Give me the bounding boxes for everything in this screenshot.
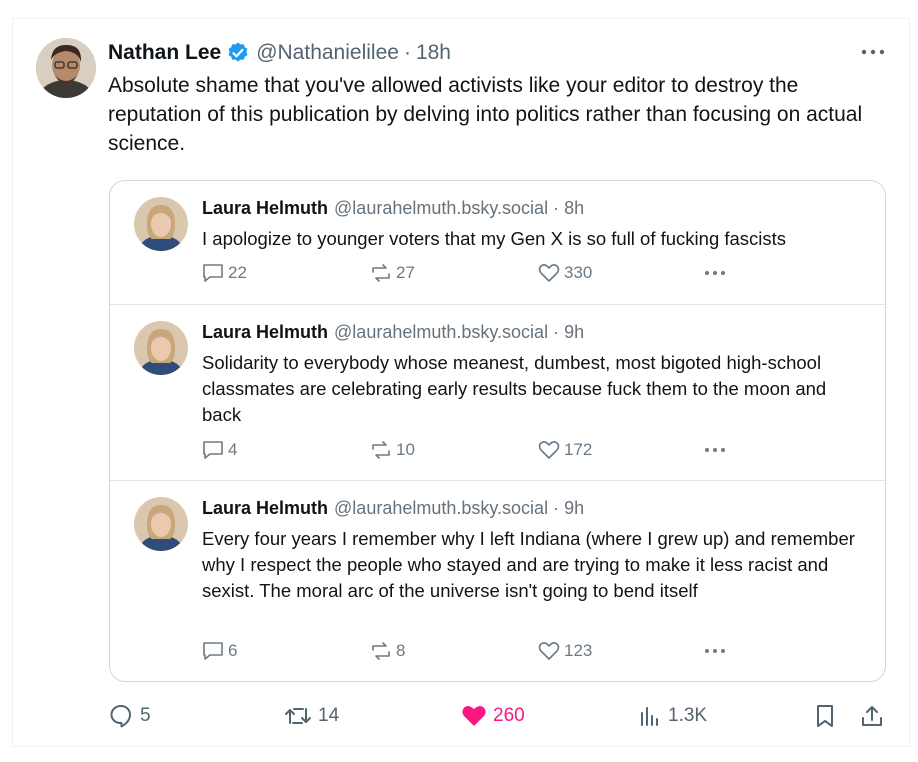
views-button[interactable]: 1.3K [638,702,707,730]
reply-button[interactable]: 5 [108,702,151,730]
like-count: 330 [564,263,593,282]
quoted-author-avatar[interactable] [134,497,188,551]
header-separator: · [403,41,411,64]
repost-count: 8 [396,641,406,660]
share-icon [862,706,882,726]
comment-icon [203,264,223,282]
ellipsis-icon [705,448,725,452]
bookmark-icon [817,705,833,727]
quoted-posts-card[interactable]: Laura Helmuth @laurahelmuth.bsky.social … [109,180,886,682]
quoted-author-avatar[interactable] [134,197,188,251]
reply-count: 22 [228,263,247,282]
reply-count: 6 [228,641,238,660]
quoted-post-actions: 4 10 172 [202,438,742,462]
quoted-author-handle[interactable]: @laurahelmuth.bsky.social [334,198,548,219]
quoted-author-name[interactable]: Laura Helmuth [202,322,328,343]
woman-avatar-icon [134,497,188,551]
reply-button[interactable]: 6 [202,639,237,663]
tweet-action-bar: 5 14 260 1.3K [108,702,893,730]
quoted-post-header: Laura Helmuth @laurahelmuth.bsky.social … [202,498,584,519]
quoted-post-header: Laura Helmuth @laurahelmuth.bsky.social … [202,322,584,343]
repost-button[interactable]: 8 [370,639,405,663]
repost-button[interactable]: 27 [370,261,415,285]
reply-count: 5 [140,705,151,726]
quoted-post[interactable]: Laura Helmuth @laurahelmuth.bsky.social … [110,305,885,481]
quoted-header-separator: · [553,198,560,218]
more-options-button[interactable] [704,639,726,663]
quoted-post-text: I apologize to younger voters that my Ge… [202,228,787,249]
quoted-post-actions: 6 8 123 [202,639,742,663]
reply-button[interactable]: 22 [202,261,247,285]
frame-border-top [12,18,910,19]
comment-icon [203,642,223,660]
quoted-post-text: Every four years I remember why I left I… [202,528,855,601]
author-name[interactable]: Nathan Lee [108,41,221,65]
retweet-icon [285,708,311,724]
heart-icon [538,441,560,459]
repost-icon [372,264,390,282]
retweet-count: 14 [318,705,340,726]
tweet-time[interactable]: 18h [416,41,451,65]
quoted-header-separator: · [553,498,560,518]
quoted-author-name[interactable]: Laura Helmuth [202,498,328,519]
like-count: 260 [493,705,525,726]
heart-filled-icon [462,705,486,726]
quoted-post-time[interactable]: 9h [564,322,584,343]
frame-border-bottom [12,746,910,747]
woman-avatar-icon [134,321,188,375]
woman-avatar-icon [134,197,188,251]
view-count: 1.3K [668,705,708,726]
like-count: 172 [564,440,593,459]
repost-count: 27 [396,263,415,282]
quoted-post-header: Laura Helmuth @laurahelmuth.bsky.social … [202,198,584,219]
quoted-post-time[interactable]: 9h [564,498,584,519]
quoted-post[interactable]: Laura Helmuth @laurahelmuth.bsky.social … [110,181,885,305]
more-options-button[interactable] [704,261,726,285]
retweet-button[interactable]: 14 [284,702,339,730]
more-options-button[interactable] [704,438,726,462]
quoted-post-time[interactable]: 8h [564,198,584,219]
quoted-author-avatar[interactable] [134,321,188,375]
reply-icon [110,705,131,728]
like-button[interactable]: 330 [538,261,592,285]
quoted-post-actions: 22 27 330 [202,261,742,285]
quoted-header-separator: · [553,322,560,342]
like-button[interactable]: 123 [538,639,592,663]
ellipsis-icon [705,271,725,275]
repost-icon [372,441,390,459]
like-button[interactable]: 260 [461,702,525,730]
quoted-author-name[interactable]: Laura Helmuth [202,198,328,219]
tweet-header: Nathan Lee @Nathanielilee · 18h [108,38,451,68]
analytics-icon [641,707,658,726]
repost-icon [372,642,390,660]
comment-icon [203,441,223,459]
author-avatar[interactable] [36,38,96,98]
like-count: 123 [564,641,593,660]
tweet-text: Absolute shame that you've allowed activ… [108,74,863,155]
heart-icon [538,264,560,282]
quoted-author-handle[interactable]: @laurahelmuth.bsky.social [334,322,548,343]
quoted-post-text: Solidarity to everybody whose meanest, d… [202,352,827,425]
frame-border-right [909,18,910,746]
repost-button[interactable]: 10 [370,438,415,462]
man-avatar-icon [36,38,96,98]
author-handle[interactable]: @Nathanielilee [256,41,399,65]
quoted-post[interactable]: Laura Helmuth @laurahelmuth.bsky.social … [110,481,885,681]
ellipsis-icon [705,649,725,653]
share-button[interactable] [860,702,884,730]
more-options-icon[interactable] [858,40,888,64]
heart-icon [538,642,560,660]
quoted-author-handle[interactable]: @laurahelmuth.bsky.social [334,498,548,519]
reply-button[interactable]: 4 [202,438,237,462]
reply-count: 4 [228,440,238,459]
like-button[interactable]: 172 [538,438,592,462]
repost-count: 10 [396,440,415,459]
verified-badge-icon [226,41,250,65]
bookmark-button[interactable] [814,702,836,730]
frame-border-left [12,18,13,746]
